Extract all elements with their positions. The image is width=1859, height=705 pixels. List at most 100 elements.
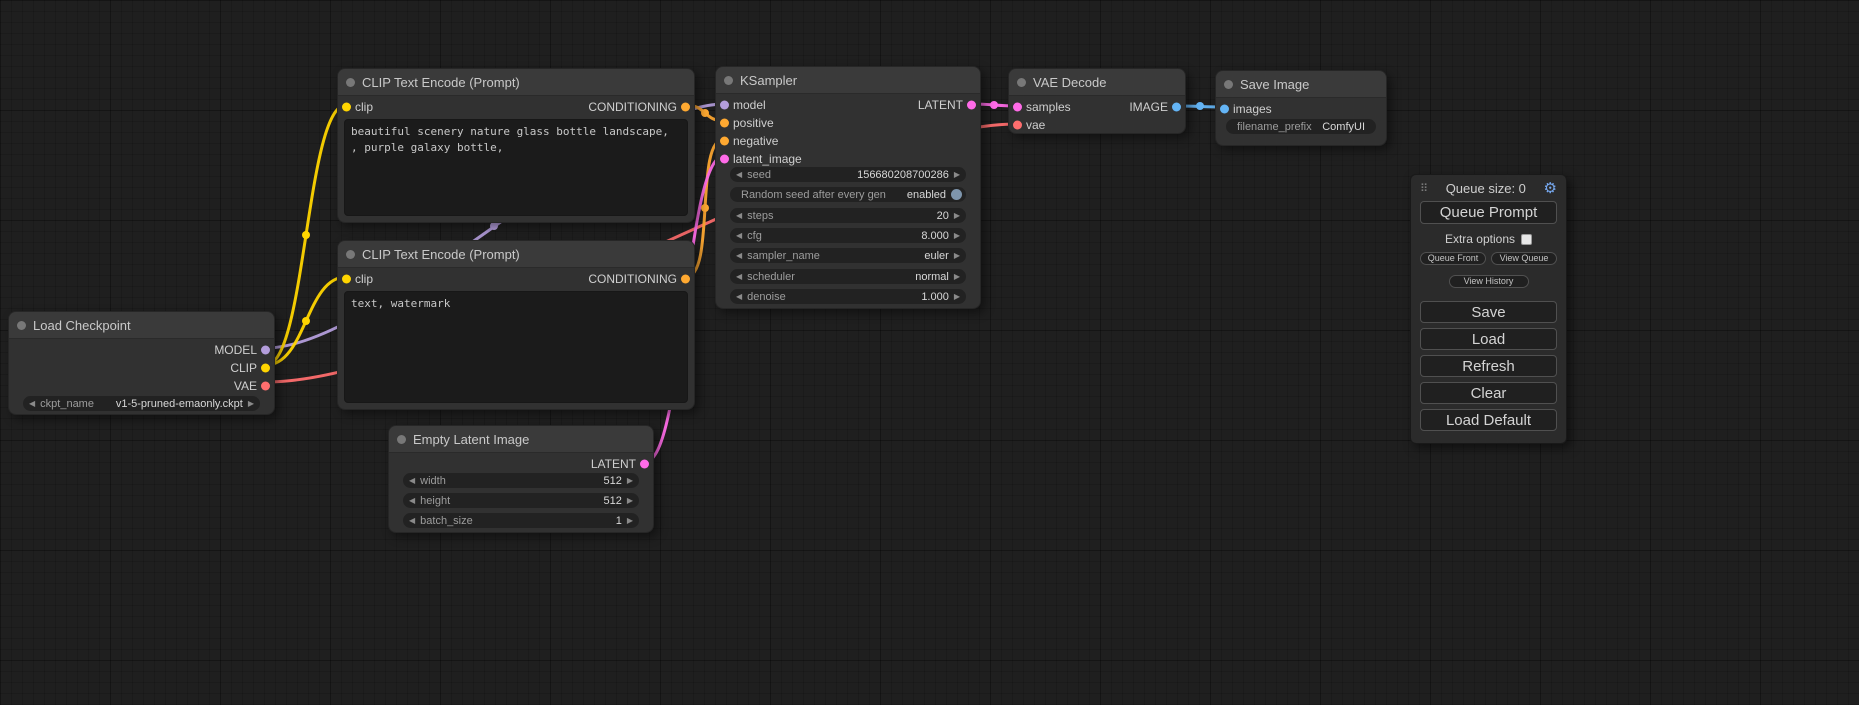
widget-width[interactable]: ◀ width 512 ▶ xyxy=(403,473,639,488)
view-history-button[interactable]: View History xyxy=(1449,275,1529,288)
node-ksampler[interactable]: KSampler model LATENT positive negative … xyxy=(715,66,981,309)
input-label-positive: positive xyxy=(733,116,774,130)
negative-prompt-textarea[interactable]: text, watermark xyxy=(344,291,688,403)
output-label-latent: LATENT xyxy=(591,457,636,471)
save-button[interactable]: Save xyxy=(1420,301,1557,323)
collapse-toggle-icon[interactable] xyxy=(397,435,406,444)
node-load-checkpoint[interactable]: Load Checkpoint MODEL CLIP VAE ◀ ckpt_na… xyxy=(8,311,275,415)
output-slot-model[interactable] xyxy=(261,346,270,355)
arrow-right-icon[interactable]: ▶ xyxy=(954,171,960,179)
widget-batch-size[interactable]: ◀ batch_size 1 ▶ xyxy=(403,513,639,528)
widget-value: v1-5-pruned-emaonly.ckpt xyxy=(116,398,243,410)
output-label-model: MODEL xyxy=(214,343,257,357)
output-slot-conditioning[interactable] xyxy=(681,103,690,112)
clear-button[interactable]: Clear xyxy=(1420,382,1557,404)
output-slot-vae[interactable] xyxy=(261,382,270,391)
widget-height[interactable]: ◀ height 512 ▶ xyxy=(403,493,639,508)
input-label-latent-image: latent_image xyxy=(733,152,802,166)
input-slot-model[interactable] xyxy=(720,101,729,110)
arrow-left-icon[interactable]: ◀ xyxy=(736,212,742,220)
arrow-right-icon[interactable]: ▶ xyxy=(627,517,633,525)
node-title-bar[interactable]: Empty Latent Image xyxy=(389,426,653,453)
collapse-toggle-icon[interactable] xyxy=(724,76,733,85)
widget-steps[interactable]: ◀ steps 20 ▶ xyxy=(730,208,966,223)
node-clip-text-encode-negative[interactable]: CLIP Text Encode (Prompt) clip CONDITION… xyxy=(337,240,695,410)
node-title-bar[interactable]: CLIP Text Encode (Prompt) xyxy=(338,241,694,268)
arrow-left-icon[interactable]: ◀ xyxy=(29,400,35,408)
input-label-vae: vae xyxy=(1026,118,1045,132)
drag-handle-icon[interactable]: ⠿ xyxy=(1420,182,1428,195)
node-title-bar[interactable]: CLIP Text Encode (Prompt) xyxy=(338,69,694,96)
extra-options-checkbox[interactable] xyxy=(1521,234,1532,245)
output-label-image: IMAGE xyxy=(1129,100,1168,114)
widget-cfg[interactable]: ◀ cfg 8.000 ▶ xyxy=(730,228,966,243)
input-slot-clip[interactable] xyxy=(342,275,351,284)
node-empty-latent-image[interactable]: Empty Latent Image LATENT ◀ width 512 ▶ … xyxy=(388,425,654,533)
widget-value: 512 xyxy=(603,475,621,487)
collapse-toggle-icon[interactable] xyxy=(1017,78,1026,87)
output-slot-latent[interactable] xyxy=(967,101,976,110)
widget-seed[interactable]: ◀ seed 156680208700286 ▶ xyxy=(730,167,966,182)
queue-front-button[interactable]: Queue Front xyxy=(1420,252,1486,265)
collapse-toggle-icon[interactable] xyxy=(346,78,355,87)
arrow-left-icon[interactable]: ◀ xyxy=(409,497,415,505)
input-label-negative: negative xyxy=(733,134,778,148)
view-queue-button[interactable]: View Queue xyxy=(1491,252,1557,265)
arrow-left-icon[interactable]: ◀ xyxy=(409,517,415,525)
load-button[interactable]: Load xyxy=(1420,328,1557,350)
arrow-left-icon[interactable]: ◀ xyxy=(736,171,742,179)
node-clip-text-encode-positive[interactable]: CLIP Text Encode (Prompt) clip CONDITION… xyxy=(337,68,695,223)
arrow-right-icon[interactable]: ▶ xyxy=(627,477,633,485)
node-title: Load Checkpoint xyxy=(33,318,131,333)
positive-prompt-textarea[interactable]: beautiful scenery nature glass bottle la… xyxy=(344,119,688,216)
widget-ckpt-name[interactable]: ◀ ckpt_name v1-5-pruned-emaonly.ckpt ▶ xyxy=(23,396,260,411)
widget-filename-prefix[interactable]: filename_prefix ComfyUI xyxy=(1226,119,1376,134)
arrow-right-icon[interactable]: ▶ xyxy=(627,497,633,505)
widget-scheduler[interactable]: ◀ scheduler normal ▶ xyxy=(730,269,966,284)
arrow-right-icon[interactable]: ▶ xyxy=(954,273,960,281)
queue-prompt-button[interactable]: Queue Prompt xyxy=(1420,201,1557,224)
node-title-bar[interactable]: Load Checkpoint xyxy=(9,312,274,339)
node-save-image[interactable]: Save Image images filename_prefix ComfyU… xyxy=(1215,70,1387,146)
collapse-toggle-icon[interactable] xyxy=(17,321,26,330)
arrow-right-icon[interactable]: ▶ xyxy=(954,212,960,220)
node-title-bar[interactable]: Save Image xyxy=(1216,71,1386,98)
input-slot-negative[interactable] xyxy=(720,137,729,146)
input-slot-vae[interactable] xyxy=(1013,121,1022,130)
settings-gear-icon[interactable]: ⚙ xyxy=(1544,181,1557,196)
arrow-right-icon[interactable]: ▶ xyxy=(954,232,960,240)
refresh-button[interactable]: Refresh xyxy=(1420,355,1557,377)
collapse-toggle-icon[interactable] xyxy=(346,250,355,259)
widget-label: seed xyxy=(747,169,771,181)
node-title-bar[interactable]: KSampler xyxy=(716,67,980,94)
input-slot-images[interactable] xyxy=(1220,105,1229,114)
collapse-toggle-icon[interactable] xyxy=(1224,80,1233,89)
arrow-left-icon[interactable]: ◀ xyxy=(409,477,415,485)
link-center-dot xyxy=(302,317,310,325)
toggle-dot-icon[interactable] xyxy=(951,189,962,200)
output-slot-conditioning[interactable] xyxy=(681,275,690,284)
arrow-left-icon[interactable]: ◀ xyxy=(736,293,742,301)
input-slot-samples[interactable] xyxy=(1013,103,1022,112)
widget-denoise[interactable]: ◀ denoise 1.000 ▶ xyxy=(730,289,966,304)
load-default-button[interactable]: Load Default xyxy=(1420,409,1557,431)
widget-sampler-name[interactable]: ◀ sampler_name euler ▶ xyxy=(730,248,966,263)
output-slot-image[interactable] xyxy=(1172,103,1181,112)
arrow-right-icon[interactable]: ▶ xyxy=(954,293,960,301)
widget-label: steps xyxy=(747,210,773,222)
arrow-right-icon[interactable]: ▶ xyxy=(954,252,960,260)
arrow-left-icon[interactable]: ◀ xyxy=(736,232,742,240)
output-slot-latent[interactable] xyxy=(640,460,649,469)
arrow-left-icon[interactable]: ◀ xyxy=(736,252,742,260)
arrow-right-icon[interactable]: ▶ xyxy=(248,400,254,408)
output-slot-clip[interactable] xyxy=(261,364,270,373)
input-slot-positive[interactable] xyxy=(720,119,729,128)
node-title: CLIP Text Encode (Prompt) xyxy=(362,247,520,262)
widget-random-seed[interactable]: Random seed after every gen enabled xyxy=(730,187,966,202)
arrow-left-icon[interactable]: ◀ xyxy=(736,273,742,281)
input-slot-clip[interactable] xyxy=(342,103,351,112)
node-title-bar[interactable]: VAE Decode xyxy=(1009,69,1185,96)
node-graph-canvas[interactable]: Load Checkpoint MODEL CLIP VAE ◀ ckpt_na… xyxy=(0,0,1859,705)
input-slot-latent-image[interactable] xyxy=(720,155,729,164)
node-vae-decode[interactable]: VAE Decode samples IMAGE vae xyxy=(1008,68,1186,134)
